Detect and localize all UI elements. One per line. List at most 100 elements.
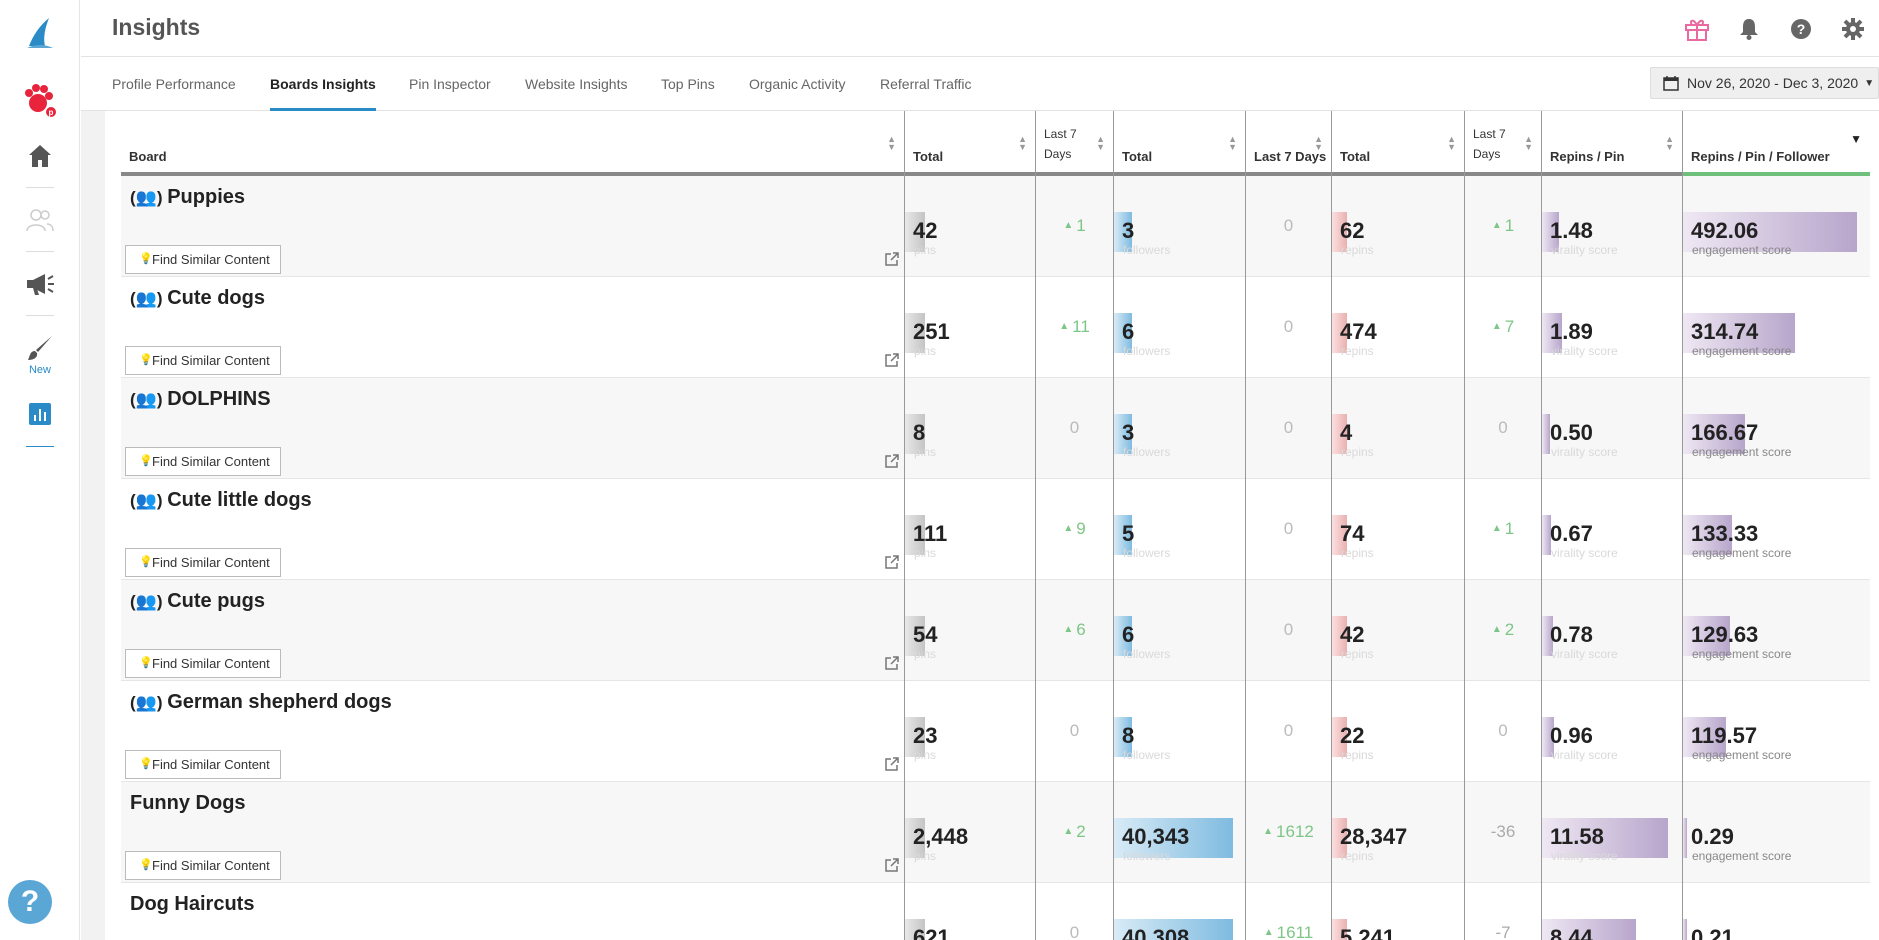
board-title: Cute little dogs (167, 489, 312, 511)
external-link-icon[interactable] (884, 453, 900, 474)
tab-referral-traffic[interactable]: Referral Traffic (880, 57, 972, 111)
change-value: ▲ 7 (1465, 317, 1541, 337)
gear-icon[interactable] (1827, 14, 1879, 44)
board-name[interactable]: (👥) Puppies (130, 186, 245, 209)
column-header-repins-last-7-days[interactable]: Last 7 Days ▲ ▼ (1465, 111, 1541, 172)
metric-value: 0.96 (1550, 723, 1593, 748)
find-similar-content-button[interactable]: 💡 Find Similar Content (125, 447, 281, 476)
analytics-icon[interactable] (0, 400, 80, 428)
column-header-repins-per-pin-per-follower[interactable]: Repins / Pin / Follower ▼ (1683, 111, 1870, 176)
brush-icon[interactable] (0, 332, 80, 364)
cell-repins-last-7-days: ▲ 7 (1465, 277, 1541, 377)
help-button[interactable]: ? (8, 880, 52, 924)
change-value: 0 (1465, 418, 1541, 438)
find-similar-content-button[interactable]: 💡 Find Similar Content (125, 548, 281, 577)
tab-boards-insights[interactable]: Boards Insights (270, 57, 376, 111)
gift-icon[interactable] (1671, 14, 1723, 44)
megaphone-icon[interactable] (0, 266, 80, 302)
change-value: 0 (1465, 721, 1541, 741)
change-value: 0 (1246, 418, 1331, 438)
board-title: Cute dogs (167, 287, 265, 309)
board-name[interactable]: (👥) DOLPHINS (130, 388, 271, 411)
find-similar-content-button[interactable]: 💡 Find Similar Content (125, 245, 281, 274)
cell-repins-per-pin: 11.58 virality score (1542, 782, 1682, 882)
metric-sublabel: followers (1123, 647, 1171, 661)
cell-repins-total: 474 repins (1332, 277, 1464, 377)
external-link-icon[interactable] (884, 251, 900, 272)
tab-website-insights[interactable]: Website Insights (525, 57, 627, 111)
metric-sublabel: followers (1123, 344, 1171, 358)
column-header-repins-total[interactable]: Total ▲ ▼ (1332, 111, 1464, 172)
cell-followers-last-7-days: ▲ 1611 (1246, 883, 1331, 940)
board-name[interactable]: Funny Dogs (130, 792, 246, 815)
metric-value: 3 (1122, 420, 1135, 445)
date-range-picker[interactable]: Nov 26, 2020 - Dec 3, 2020 ▼ (1650, 67, 1879, 99)
board-name[interactable]: (👥) German shepherd dogs (130, 691, 392, 714)
cell-followers-last-7-days: 0 (1246, 277, 1331, 377)
metric-sublabel: virality score (1551, 748, 1618, 762)
column-separator (1035, 111, 1036, 940)
find-similar-content-button[interactable]: 💡 Find Similar Content (125, 851, 281, 880)
change-text: 1 (1076, 216, 1086, 235)
column-header-pins-total[interactable]: Total ▲ ▼ (905, 111, 1035, 172)
change-text: 0 (1498, 418, 1508, 437)
table-row: (👥) Cute dogs 💡 Find Similar Content 251 pin… (121, 277, 1870, 378)
find-similar-content-button[interactable]: 💡 Find Similar Content (125, 649, 281, 678)
svg-text:p: p (49, 108, 54, 117)
external-link-icon[interactable] (884, 756, 900, 777)
change-text: 1612 (1276, 822, 1314, 841)
column-header-label: Last 7 Days (1473, 124, 1506, 164)
cell-followers-last-7-days: 0 (1246, 378, 1331, 478)
tab-top-pins[interactable]: Top Pins (661, 57, 715, 111)
bell-icon[interactable] (1723, 14, 1775, 44)
column-separator (1245, 111, 1246, 940)
sort-icon: ▲ ▼ (1447, 134, 1456, 152)
cell-repins-per-pin-per-follower: 119.57 engagement score (1683, 681, 1870, 781)
metric-value: 5,241 (1340, 925, 1396, 940)
external-link-icon[interactable] (884, 655, 900, 676)
lightbulb-icon: 💡 (139, 758, 153, 770)
home-icon[interactable] (0, 138, 80, 174)
metric-value: 166.67 (1691, 420, 1759, 445)
change-text: 0 (1498, 721, 1508, 740)
find-similar-content-button[interactable]: 💡 Find Similar Content (125, 750, 281, 779)
group-board-icon: (👥) (130, 390, 168, 409)
change-text: 0 (1283, 418, 1294, 437)
sort-desc-icon: ▼ (1850, 132, 1862, 146)
cell-pins-last-7-days: ▲ 6 (1036, 580, 1113, 680)
external-link-icon[interactable] (884, 554, 900, 575)
board-name[interactable]: (👥) Cute little dogs (130, 489, 312, 512)
find-similar-content-button[interactable]: 💡 Find Similar Content (125, 346, 281, 375)
cell-pins-total: 42 pins (905, 176, 1035, 276)
column-header-followers-total[interactable]: Total ▲ ▼ (1114, 111, 1245, 172)
tab-organic-activity[interactable]: Organic Activity (749, 57, 845, 111)
sort-icon: ▲ ▼ (1018, 134, 1027, 152)
chevron-down-icon: ▼ (1864, 77, 1875, 89)
metric-sublabel: repins (1341, 647, 1374, 661)
pinterest-account-icon[interactable]: p (0, 78, 80, 122)
board-name[interactable]: (👥) Cute dogs (130, 287, 265, 310)
page-title: Insights (112, 14, 201, 40)
value-bar (1542, 414, 1550, 454)
metric-sublabel: pins (914, 647, 937, 661)
help-circle-icon[interactable]: ? (1775, 14, 1827, 44)
tab-pin-inspector[interactable]: Pin Inspector (409, 57, 491, 111)
metric-sublabel: pins (914, 445, 937, 459)
up-triangle-icon: ▲ (1491, 321, 1502, 332)
up-triangle-icon: ▲ (1263, 826, 1274, 837)
board-name[interactable]: (👥) Cute pugs (130, 590, 265, 613)
logo-icon[interactable] (0, 10, 80, 54)
external-link-icon[interactable] (884, 352, 900, 373)
external-link-icon[interactable] (884, 857, 900, 878)
column-header-repins-per-pin[interactable]: Repins / Pin ▲ ▼ (1542, 111, 1682, 172)
lightbulb-icon: 💡 (139, 556, 153, 568)
column-header-board[interactable]: Board ▲ ▼ (121, 111, 904, 172)
column-header-pins-last-7-days[interactable]: Last 7 Days ▲ ▼ (1036, 111, 1113, 172)
nav-divider (26, 251, 54, 252)
group-board-icon: (👥) (130, 592, 168, 611)
tab-profile-performance[interactable]: Profile Performance (112, 57, 236, 111)
board-name[interactable]: Dog Haircuts (130, 893, 254, 916)
users-icon[interactable] (0, 202, 80, 238)
cell-board: (👥) German shepherd dogs 💡 Find Similar Co… (121, 681, 904, 781)
column-header-followers-last-7-days[interactable]: Last 7 Days ▲ ▼ (1246, 111, 1331, 172)
